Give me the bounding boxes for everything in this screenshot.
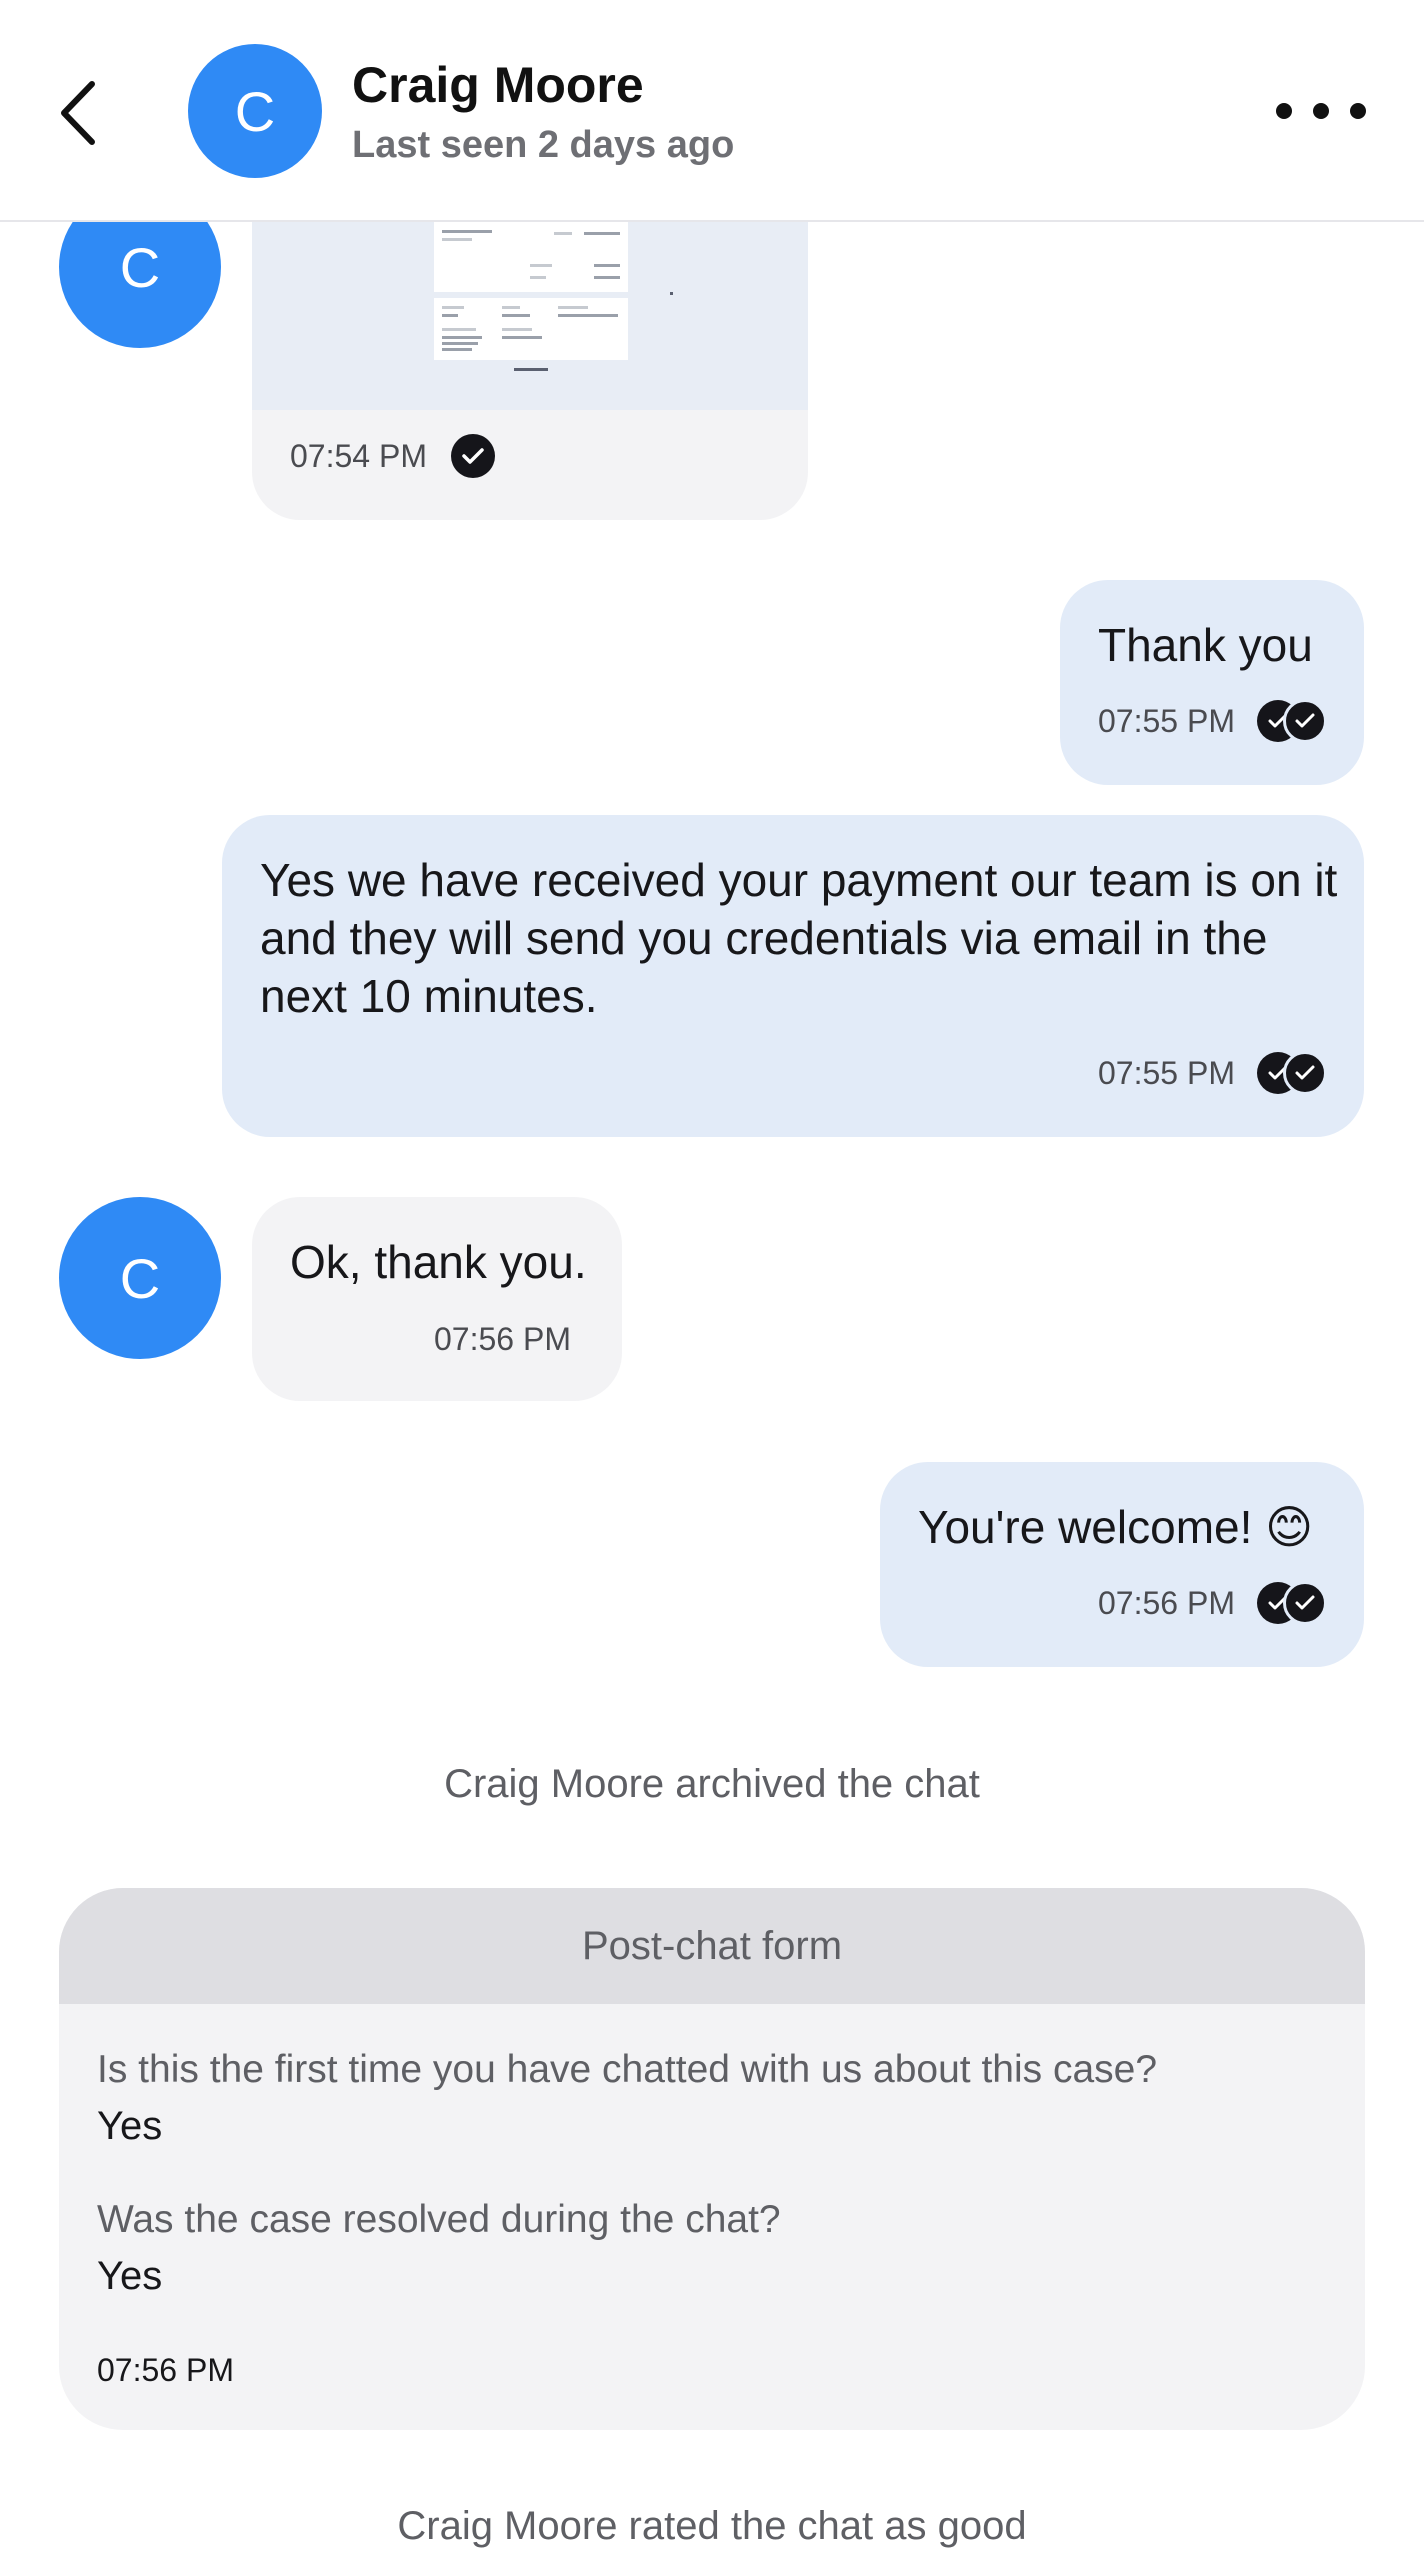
message-text: Yes we have received your payment our te…	[260, 854, 1338, 1022]
form-answer: Yes	[97, 2254, 163, 2298]
message-meta: 07:55 PM	[1098, 1051, 1327, 1095]
message-bubble-outgoing[interactable]: You're welcome! 😊	[880, 1462, 1364, 1667]
chat-header: C Craig Moore Last seen 2 days ago	[0, 0, 1424, 222]
double-check-icon	[1256, 1051, 1327, 1095]
message-meta: 07:55 PM	[1098, 699, 1327, 743]
message-bubble-outgoing[interactable]: Thank you	[1060, 580, 1364, 785]
message-time: 07:56 PM	[1098, 1584, 1235, 1621]
sender-avatar[interactable]: C	[59, 1197, 221, 1359]
message-time: 07:55 PM	[1098, 702, 1235, 739]
post-chat-form-card: Post-chat form Is this the first time yo…	[59, 1888, 1365, 2430]
message-time: 07:54 PM	[290, 437, 427, 474]
form-time: 07:56 PM	[97, 2352, 234, 2388]
check-circle-icon	[450, 434, 495, 478]
more-dot	[1313, 103, 1329, 119]
system-note-rated: Craig Moore rated the chat as good	[397, 2504, 1027, 2548]
form-question: Was the case resolved during the chat?	[97, 2198, 781, 2241]
message-time: 07:56 PM	[434, 1321, 571, 1357]
message-text: Thank you	[1098, 619, 1313, 671]
more-options-button[interactable]	[1276, 90, 1366, 132]
receipt-attachment-image[interactable]	[252, 222, 808, 410]
more-dot	[1350, 103, 1366, 119]
receipt-details	[434, 298, 628, 360]
back-button[interactable]	[48, 68, 108, 158]
contact-status: Last seen 2 days ago	[352, 124, 735, 166]
receipt-preview	[434, 222, 628, 292]
message-time: 07:55 PM	[1098, 1054, 1235, 1091]
double-check-icon	[1256, 699, 1327, 743]
message-meta: 07:56 PM	[1098, 1581, 1327, 1625]
chevron-left-icon	[61, 81, 95, 145]
message-text: Ok, thank you.	[290, 1236, 587, 1288]
post-chat-form-title: Post-chat form	[59, 1888, 1365, 2004]
system-note-archived: Craig Moore archived the chat	[444, 1762, 980, 1806]
more-horizontal-icon	[1276, 103, 1292, 119]
contact-avatar[interactable]: C	[188, 44, 322, 178]
message-text: You're welcome! 😊	[918, 1501, 1314, 1553]
form-question: Is this the first time you have chatted …	[97, 2048, 1158, 2091]
contact-name[interactable]: Craig Moore	[352, 56, 644, 114]
double-check-icon	[1256, 1581, 1327, 1625]
form-answer: Yes	[97, 2104, 163, 2148]
message-meta: 07:54 PM	[290, 434, 495, 478]
message-bubble-incoming[interactable]: Ok, thank you. 07:56 PM	[252, 1197, 622, 1401]
